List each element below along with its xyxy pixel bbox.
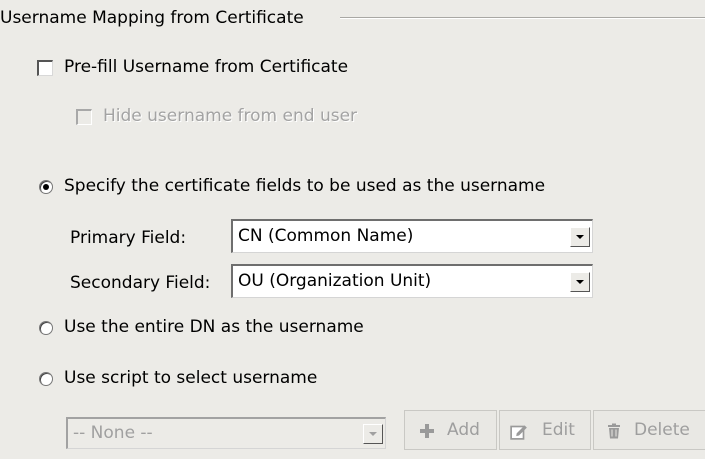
chevron-down-icon[interactable] [570, 227, 590, 247]
add-button[interactable]: Add [404, 410, 497, 450]
trash-icon [608, 423, 620, 439]
primary-field-label: Primary Field: [70, 228, 187, 248]
secondary-field-select[interactable]: OU (Organization Unit) [231, 264, 593, 298]
hide-username-label: Hide username from end user [103, 106, 358, 126]
script-radio[interactable] [39, 372, 53, 386]
chevron-down-icon[interactable] [570, 272, 590, 292]
secondary-field-label: Secondary Field: [70, 273, 211, 293]
prefill-username-label: Pre-fill Username from Certificate [64, 57, 349, 77]
script-label: Use script to select username [64, 368, 318, 388]
plus-icon [420, 424, 434, 438]
group-divider [340, 17, 705, 19]
specify-fields-label: Specify the certificate fields to be use… [64, 176, 546, 196]
delete-button[interactable]: Delete [593, 410, 705, 450]
primary-field-select[interactable]: CN (Common Name) [231, 219, 593, 253]
edit-button-label: Edit [542, 420, 575, 440]
add-button-label: Add [447, 420, 480, 440]
specify-fields-radio[interactable] [39, 180, 53, 194]
edit-button[interactable]: Edit [499, 410, 591, 450]
group-title: Username Mapping from Certificate [0, 8, 310, 28]
chevron-down-icon[interactable] [363, 424, 383, 444]
secondary-field-value: OU (Organization Unit) [238, 271, 432, 291]
script-select[interactable]: -- None -- [66, 417, 386, 449]
delete-button-label: Delete [634, 420, 690, 440]
entire-dn-label: Use the entire DN as the username [64, 317, 364, 337]
script-select-value: -- None -- [73, 423, 153, 443]
entire-dn-radio[interactable] [39, 321, 53, 335]
primary-field-value: CN (Common Name) [238, 226, 414, 246]
prefill-username-checkbox[interactable] [37, 60, 53, 76]
hide-username-checkbox[interactable] [76, 109, 92, 125]
edit-icon [510, 425, 527, 440]
